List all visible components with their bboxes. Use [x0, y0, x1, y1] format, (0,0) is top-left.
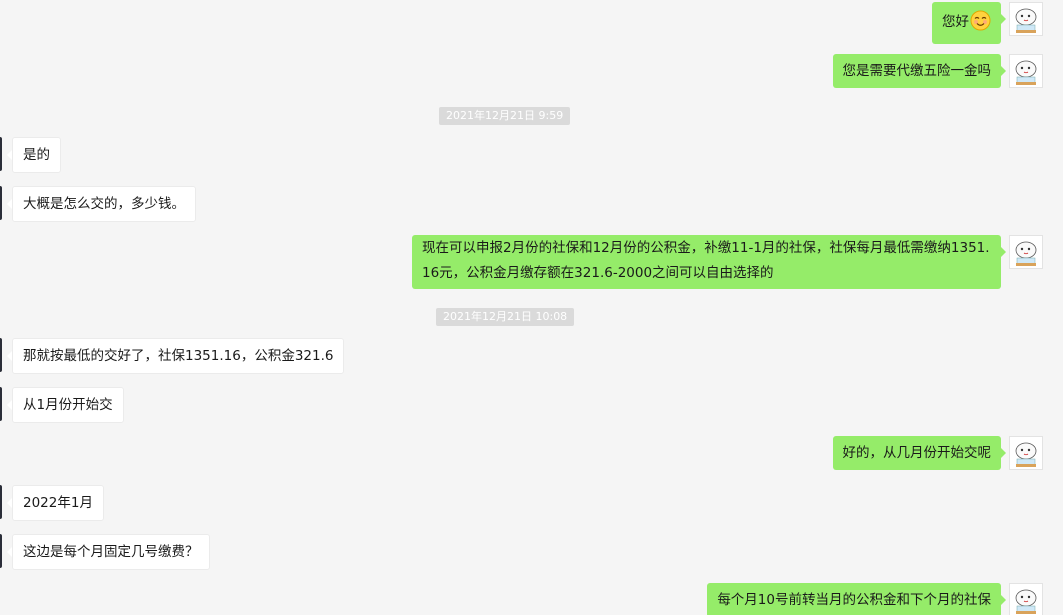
- message-bubble-outgoing[interactable]: 每个月10号前转当月的公积金和下个月的社保: [707, 583, 1006, 615]
- message-text: 现在可以申报2月份的社保和12月份的公积金，补缴11-1月的社保，社保每月最低需…: [422, 240, 990, 281]
- message-bubble-incoming[interactable]: 这边是每个月固定几号缴费？: [7, 534, 210, 570]
- message-bubble-incoming[interactable]: 大概是怎么交的，多少钱。: [7, 186, 196, 222]
- message-text: 您是需要代缴五险一金吗: [842, 63, 992, 79]
- user-avatar[interactable]: [1009, 54, 1043, 88]
- smile-emoji-icon: [970, 10, 991, 36]
- message-text: 从1月份开始交: [23, 397, 113, 413]
- contact-avatar[interactable]: [0, 186, 2, 220]
- message-bubble-outgoing[interactable]: 您是需要代缴五险一金吗: [832, 54, 1006, 88]
- message-bubble-outgoing[interactable]: 好的，从几月份开始交呢: [832, 436, 1006, 470]
- message-timestamp: 2021年12月21日 9:59: [439, 107, 571, 125]
- contact-avatar[interactable]: [0, 387, 2, 421]
- user-avatar[interactable]: [1009, 436, 1043, 470]
- contact-avatar[interactable]: [0, 485, 2, 519]
- user-avatar[interactable]: [1009, 2, 1043, 36]
- message-text: 这边是每个月固定几号缴费？: [23, 544, 199, 560]
- chat-message-list[interactable]: 您好 您是需要代缴五险一金吗 2021年12月21日 9:59 是的 大概是怎么…: [0, 0, 1063, 615]
- contact-avatar[interactable]: [0, 137, 2, 171]
- message-text: 是的: [23, 147, 50, 163]
- user-avatar[interactable]: [1009, 235, 1043, 269]
- message-bubble-incoming[interactable]: 2022年1月: [7, 485, 104, 521]
- user-avatar[interactable]: [1009, 583, 1043, 615]
- message-text: 每个月10号前转当月的公积金和下个月的社保: [717, 592, 991, 608]
- message-text: 那就按最低的交好了，社保1351.16，公积金321.6: [23, 348, 334, 364]
- message-timestamp: 2021年12月21日 10:08: [436, 308, 575, 326]
- message-bubble-incoming[interactable]: 是的: [7, 137, 61, 173]
- message-bubble-incoming[interactable]: 从1月份开始交: [7, 387, 124, 423]
- message-bubble-outgoing[interactable]: 现在可以申报2月份的社保和12月份的公积金，补缴11-1月的社保，社保每月最低需…: [412, 235, 1006, 289]
- message-bubble-outgoing[interactable]: 您好: [932, 2, 1006, 44]
- contact-avatar[interactable]: [0, 338, 2, 372]
- message-text: 好的，从几月份开始交呢: [842, 445, 992, 461]
- message-text: 2022年1月: [23, 495, 93, 511]
- message-text: 大概是怎么交的，多少钱。: [23, 196, 185, 212]
- message-bubble-incoming[interactable]: 那就按最低的交好了，社保1351.16，公积金321.6: [6, 338, 345, 374]
- contact-avatar[interactable]: [0, 534, 2, 568]
- message-text: 您好: [942, 14, 969, 30]
